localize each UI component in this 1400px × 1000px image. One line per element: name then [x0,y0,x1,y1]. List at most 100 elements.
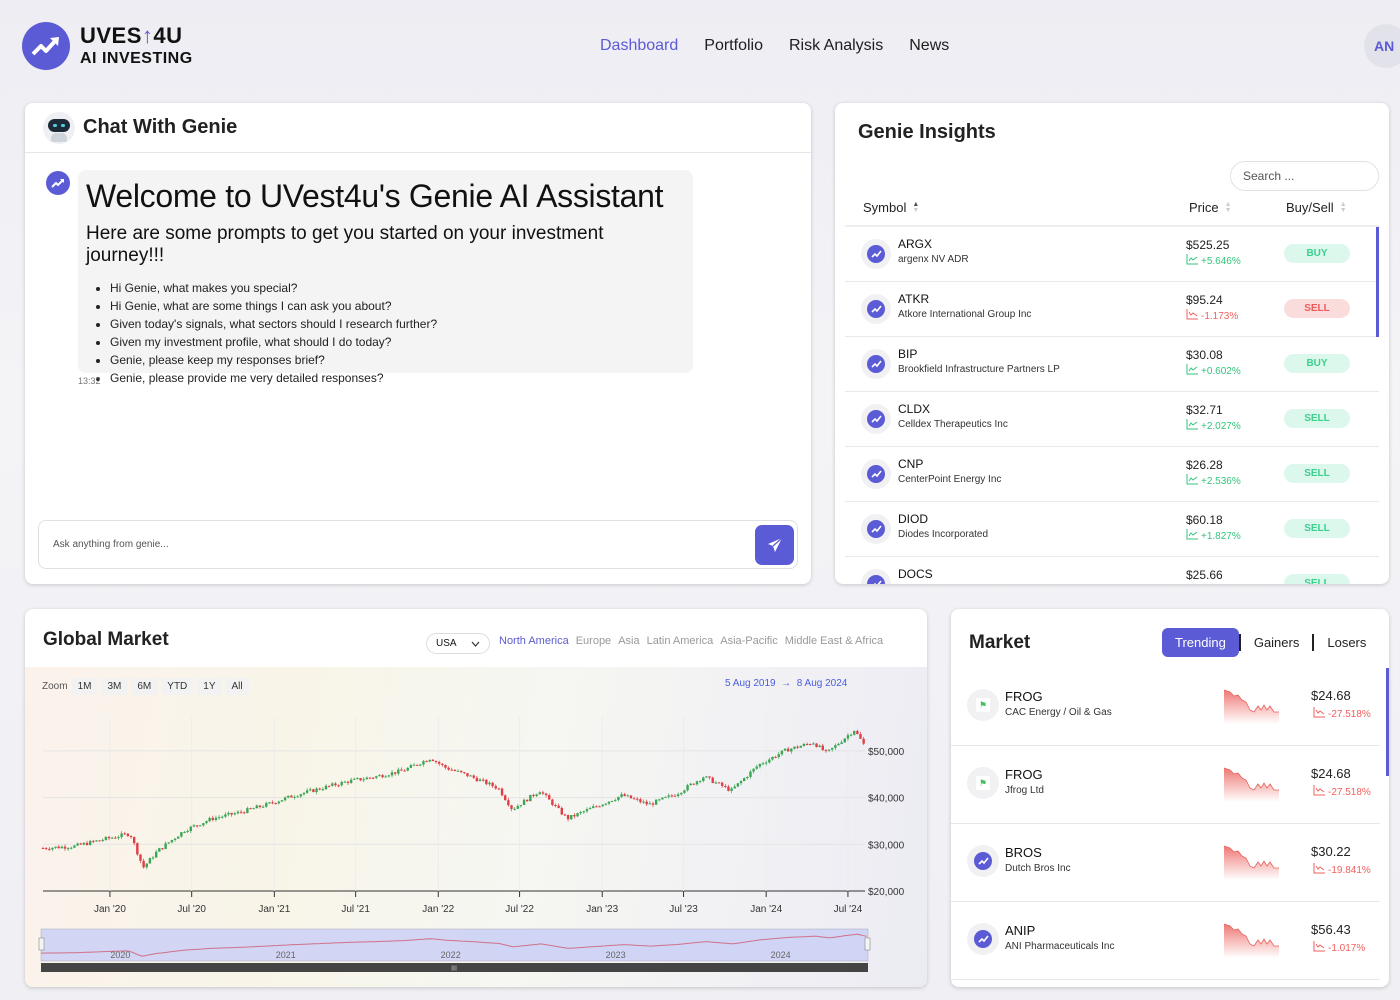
market-row[interactable]: ANIP ANI Pharmaceuticals Inc $56.43 -1.0… [951,902,1380,980]
candle [371,777,375,779]
stock-symbol: ANIP [1005,923,1036,938]
prompt-item[interactable]: Genie, please keep my responses brief? [110,351,685,369]
tab-trending[interactable]: Trending [1162,628,1239,657]
tab-gainers[interactable]: Gainers [1241,628,1313,657]
candle [239,811,243,813]
sell-button[interactable]: SELL [1284,299,1350,318]
buy-button[interactable]: BUY [1284,354,1350,373]
insight-row[interactable]: DOCS $25.66 SELL [845,557,1379,584]
column-header-symbol[interactable]: Symbol ▲ ▼ [863,200,919,215]
region-middle-east-africa[interactable]: Middle East & Africa [785,635,883,647]
nav-news[interactable]: News [909,37,949,55]
insight-row[interactable]: BIP Brookfield Infrastructure Partners L… [845,337,1379,392]
insight-row[interactable]: CLDX Celldex Therapeutics Inc $32.71 +2.… [845,392,1379,447]
x-tick-label: Jul '23 [669,904,698,915]
candle [579,812,582,814]
navigator-left-handle[interactable] [38,937,45,951]
insight-row[interactable]: ARGX argenx NV ADR $525.25 +5.646% BUY [845,227,1379,282]
candle [393,772,397,774]
zoom-1y-button[interactable]: 1Y [197,678,222,695]
send-button[interactable] [755,525,794,565]
candle [321,789,325,791]
market-chart[interactable]: $20,000 $30,000 $40,000 $50,000 Jan '20 Jul '… [25,667,927,987]
candle [821,745,824,751]
sell-button[interactable]: SELL [1284,519,1350,538]
candle [173,838,177,840]
candle [54,846,57,848]
column-header-buy-sell[interactable]: Buy/Sell ▲ ▼ [1286,200,1347,215]
scrollbar-thumb[interactable] [1386,668,1389,776]
trend-down-icon [1313,707,1325,721]
stock-change: +2.536% [1186,474,1241,488]
region-north-america[interactable]: North America [499,635,569,647]
candle [720,782,724,786]
insight-row[interactable]: ATKR Atkore International Group Inc $95.… [845,282,1379,337]
prompt-item[interactable]: Hi Genie, what are some things I can ask… [110,297,685,315]
insight-row[interactable]: DIOD Diodes Incorporated $60.18 +1.827% … [845,502,1379,557]
buy-button[interactable]: BUY [1284,244,1350,263]
stock-logo-icon [861,294,891,324]
insights-search-input[interactable] [1230,161,1379,191]
region-latin-america[interactable]: Latin America [647,635,714,647]
market-row[interactable]: BROS Dutch Bros Inc $30.22 -19.841% [951,824,1380,902]
nav-risk-analysis[interactable]: Risk Analysis [789,37,883,55]
prompt-item[interactable]: Given my investment profile, what should… [110,333,685,351]
prompt-item[interactable]: Given today's signals, what sectors shou… [110,315,685,333]
candle [434,761,438,763]
column-header-price[interactable]: Price ▲ ▼ [1189,200,1232,215]
logo[interactable]: UVES↑4U AI INVESTING [22,22,193,70]
scrollbar-thumb[interactable] [1376,227,1379,337]
chat-input[interactable] [53,539,733,550]
candle [796,746,799,748]
candle [532,794,535,797]
market-row[interactable]: ⚑ FROG Jfrog Ltd $24.68 -27.518% [951,746,1380,824]
sparkline [1224,845,1279,880]
prompt-item[interactable]: Genie, please provide me very detailed r… [110,369,685,387]
zoom-3m-button[interactable]: 3M [101,678,128,695]
candle [183,831,186,833]
candle [48,848,51,850]
candle [180,832,183,837]
zoom-1m-button[interactable]: 1M [71,678,98,695]
candle [755,766,758,769]
insights-title: Genie Insights [858,121,996,143]
chat-panel: Chat With Genie Welcome to UVest4u's Gen… [25,103,811,584]
sell-button[interactable]: SELL [1284,574,1350,584]
tab-losers[interactable]: Losers [1314,628,1379,657]
zoom-all-button[interactable]: All [225,678,249,695]
candlestick-chart[interactable]: $20,000 $30,000 $40,000 $50,000 Jan '20 Jul '… [25,667,927,987]
market-row[interactable]: ⚑ FROG CAC Energy / Oil & Gas $24.68 -27… [951,668,1380,746]
sell-button[interactable]: SELL [1284,409,1350,428]
candle [595,806,598,808]
candle [177,836,180,839]
insight-row[interactable]: CNP CenterPoint Energy Inc $26.28 +2.536… [845,447,1379,502]
region-asia-pacific[interactable]: Asia-Pacific [720,635,777,647]
candle [343,781,347,783]
sell-button[interactable]: SELL [1284,464,1350,483]
navigator-right-handle[interactable] [864,937,871,951]
zoom-6m-button[interactable]: 6M [131,678,158,695]
candle [717,782,721,784]
trend-down-icon [1313,863,1325,877]
candle [337,785,340,787]
nav-dashboard[interactable]: Dashboard [600,37,678,55]
country-select[interactable]: USA [426,633,490,654]
date-range[interactable]: 5 Aug 2019 → 8 Aug 2024 [725,678,847,689]
stock-symbol: ARGX [898,237,933,251]
region-asia[interactable]: Asia [618,635,639,647]
candle [397,769,400,774]
zoom-ytd-button[interactable]: YTD [161,678,194,695]
candle [535,794,538,797]
region-europe[interactable]: Europe [576,635,611,647]
y-tick-label: $50,000 [868,747,905,758]
candle [309,789,312,791]
navigator-year-label: 2022 [441,950,461,960]
user-avatar[interactable]: AN [1364,24,1400,68]
nav-portfolio[interactable]: Portfolio [704,37,763,55]
stock-name: ANI Pharmaceuticals Inc [1005,941,1115,952]
candle [834,745,837,748]
stock-name: argenx NV ADR [898,254,969,265]
prompt-item[interactable]: Hi Genie, what makes you special? [110,279,685,297]
candle [258,805,262,808]
candle [705,776,708,778]
